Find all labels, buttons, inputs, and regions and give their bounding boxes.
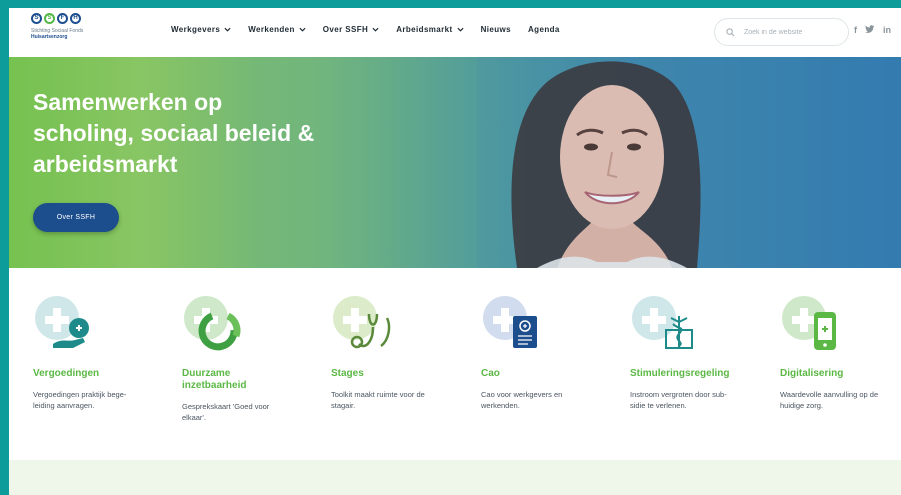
nav-item-label: Agenda [528, 25, 560, 34]
card-description: Waardevolle aanvulling op de huidige zor… [780, 390, 879, 410]
nav-item-arbeidsmarkt[interactable]: Arbeidsmarkt [396, 25, 464, 34]
hero-photo [477, 57, 737, 268]
card-digitalisering[interactable]: Digitalisering Waardevolle aanvulling op… [780, 296, 901, 411]
main-nav: Werkgevers Werkenden Over SSFH Arbeidsma… [171, 25, 577, 34]
card-description: Toolkit maakt ruimte voor de stagair. [331, 390, 425, 410]
page: S S F H Stichting Sociaal Fonds Huisarts… [9, 8, 901, 495]
twitter-icon[interactable] [865, 25, 875, 34]
hand-plus-icon [35, 296, 89, 348]
hero-banner: Samenwerken op scholing, sociaal beleid … [9, 57, 901, 268]
nav-item-label: Over SSFH [322, 25, 369, 34]
site-header: S S F H Stichting Sociaal Fonds Huisarts… [9, 8, 901, 57]
search-box[interactable] [714, 18, 849, 46]
social-links: f in [854, 25, 891, 35]
card-title: Cao [481, 368, 500, 379]
nav-item-label: Werkenden [248, 25, 295, 34]
phone-plus-icon [782, 296, 836, 350]
over-ssfh-button[interactable]: Over SSFH [33, 203, 119, 232]
nav-item-label: Nieuws [480, 25, 511, 34]
logo-letter: S [31, 13, 42, 24]
bottom-section [9, 460, 901, 495]
linkedin-icon[interactable]: in [883, 25, 891, 35]
facebook-icon[interactable]: f [854, 25, 857, 35]
logo-mark: S S F H [31, 13, 123, 24]
nav-item-label: Werkgevers [171, 25, 221, 34]
card-stimuleringsregeling[interactable]: Stimuleringsregeling Instroom vergroten … [630, 296, 770, 411]
card-stages[interactable]: Stages Toolkit maakt ruimte voor de stag… [331, 296, 471, 411]
document-icon [483, 296, 537, 348]
stethoscope-icon [333, 296, 391, 349]
nav-item-agenda[interactable]: Agenda [528, 25, 560, 34]
caduceus-icon [632, 296, 693, 349]
chevron-down-icon [299, 27, 306, 32]
logo-letter: S [44, 13, 55, 24]
card-title: Stimuleringsregeling [630, 368, 730, 379]
card-title: Duurzame inzetbaarheid [182, 368, 247, 391]
ssfh-logo[interactable]: S S F H Stichting Sociaal Fonds Huisarts… [31, 13, 123, 53]
chevron-down-icon [457, 27, 464, 32]
logo-letter: H [70, 13, 81, 24]
nav-item-werkenden[interactable]: Werkenden [248, 25, 306, 34]
nav-item-werkgevers[interactable]: Werkgevers [171, 25, 231, 34]
cycle-icon [184, 296, 241, 351]
card-description: Instroom vergroten door sub- sidie te ve… [630, 390, 727, 410]
card-vergoedingen[interactable]: Vergoedingen Vergoedingen praktijk bege-… [33, 296, 173, 411]
card-description: Cao voor werkgevers en werkenden. [481, 390, 563, 410]
topic-cards: Vergoedingen Vergoedingen praktijk bege-… [9, 268, 901, 460]
logo-letter: F [57, 13, 68, 24]
card-title: Stages [331, 368, 364, 379]
nav-item-label: Arbeidsmarkt [396, 25, 453, 34]
search-icon [726, 27, 735, 36]
card-cao[interactable]: Cao Cao voor werkgevers en werkenden. [481, 296, 621, 411]
card-title: Vergoedingen [33, 368, 100, 379]
hero-title: Samenwerken op scholing, sociaal beleid … [33, 89, 315, 177]
card-duurzame-inzetbaarheid[interactable]: Duurzame inzetbaarheid Gesprekskaart 'Go… [182, 296, 322, 423]
logo-line-2: Huisartsenzorg [31, 34, 68, 40]
nav-item-over-ssfh[interactable]: Over SSFH [323, 25, 379, 34]
chevron-down-icon [224, 27, 231, 32]
card-title: Digitalisering [780, 368, 844, 379]
chevron-down-icon [372, 27, 379, 32]
card-description: Vergoedingen praktijk bege- leiding aanv… [33, 390, 127, 410]
search-input[interactable] [744, 28, 839, 36]
card-description: Gesprekskaart 'Goed voor elkaar'. [182, 402, 270, 422]
nav-item-nieuws[interactable]: Nieuws [481, 25, 511, 34]
